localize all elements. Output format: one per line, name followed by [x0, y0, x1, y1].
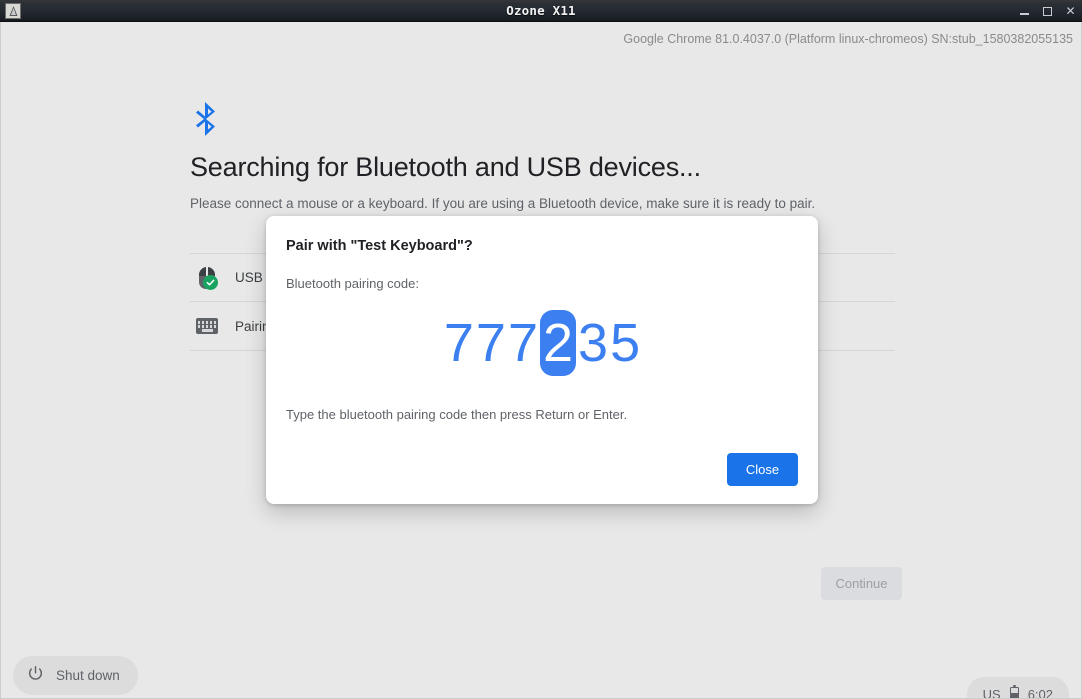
mouse-icon [193, 264, 221, 292]
dialog-title: Pair with "Test Keyboard"? [286, 238, 473, 254]
page-title: Searching for Bluetooth and USB devices.… [190, 152, 701, 182]
dialog-actions: Close [727, 453, 798, 486]
dialog-instruction: Type the bluetooth pairing code then pre… [286, 407, 628, 422]
keyboard-layout-label: US [982, 686, 1001, 699]
window-title: Ozone X11 [506, 3, 576, 18]
window-titlebar[interactable]: Ozone X11 ✕ [0, 0, 1082, 22]
dialog-subtitle: Bluetooth pairing code: [286, 276, 419, 291]
client-area: Google Chrome 81.0.4037.0 (Platform linu… [0, 22, 1082, 699]
pairing-code: 777235 [286, 297, 798, 389]
power-icon [27, 665, 44, 687]
pairing-code-digit: 7 [443, 313, 474, 373]
application-window: Ozone X11 ✕ Google Chrome 81.0.4037.0 (P… [0, 0, 1082, 699]
continue-button[interactable]: Continue [821, 567, 902, 600]
pairing-code-digit: 7 [507, 313, 538, 373]
close-icon[interactable]: ✕ [1065, 5, 1076, 17]
check-badge-icon [203, 274, 218, 290]
close-button[interactable]: Close [727, 453, 798, 486]
bluetooth-icon [190, 100, 222, 138]
oobe-content: Searching for Bluetooth and USB devices.… [190, 100, 896, 214]
pairing-code-digit: 7 [475, 313, 506, 373]
pairing-dialog: Pair with "Test Keyboard"? Bluetooth pai… [266, 216, 818, 504]
pairing-code-digit: 3 [578, 313, 609, 373]
app-icon [5, 3, 21, 19]
version-label: Google Chrome 81.0.4037.0 (Platform linu… [623, 32, 1073, 46]
keyboard-icon [193, 312, 221, 340]
shutdown-button[interactable]: Shut down [13, 656, 138, 695]
pairing-code-digit: 5 [610, 313, 641, 373]
maximize-icon[interactable] [1042, 6, 1053, 17]
page-subtitle: Please connect a mouse or a keyboard. If… [190, 196, 816, 211]
battery-icon [1009, 684, 1019, 698]
pairing-code-digit-active: 2 [540, 310, 577, 376]
status-tray[interactable]: US 6:02 [966, 677, 1069, 699]
clock-label: 6:02 [1027, 686, 1053, 699]
minimize-icon[interactable] [1019, 6, 1030, 17]
window-controls: ✕ [1019, 0, 1076, 22]
shutdown-label: Shut down [56, 668, 120, 683]
